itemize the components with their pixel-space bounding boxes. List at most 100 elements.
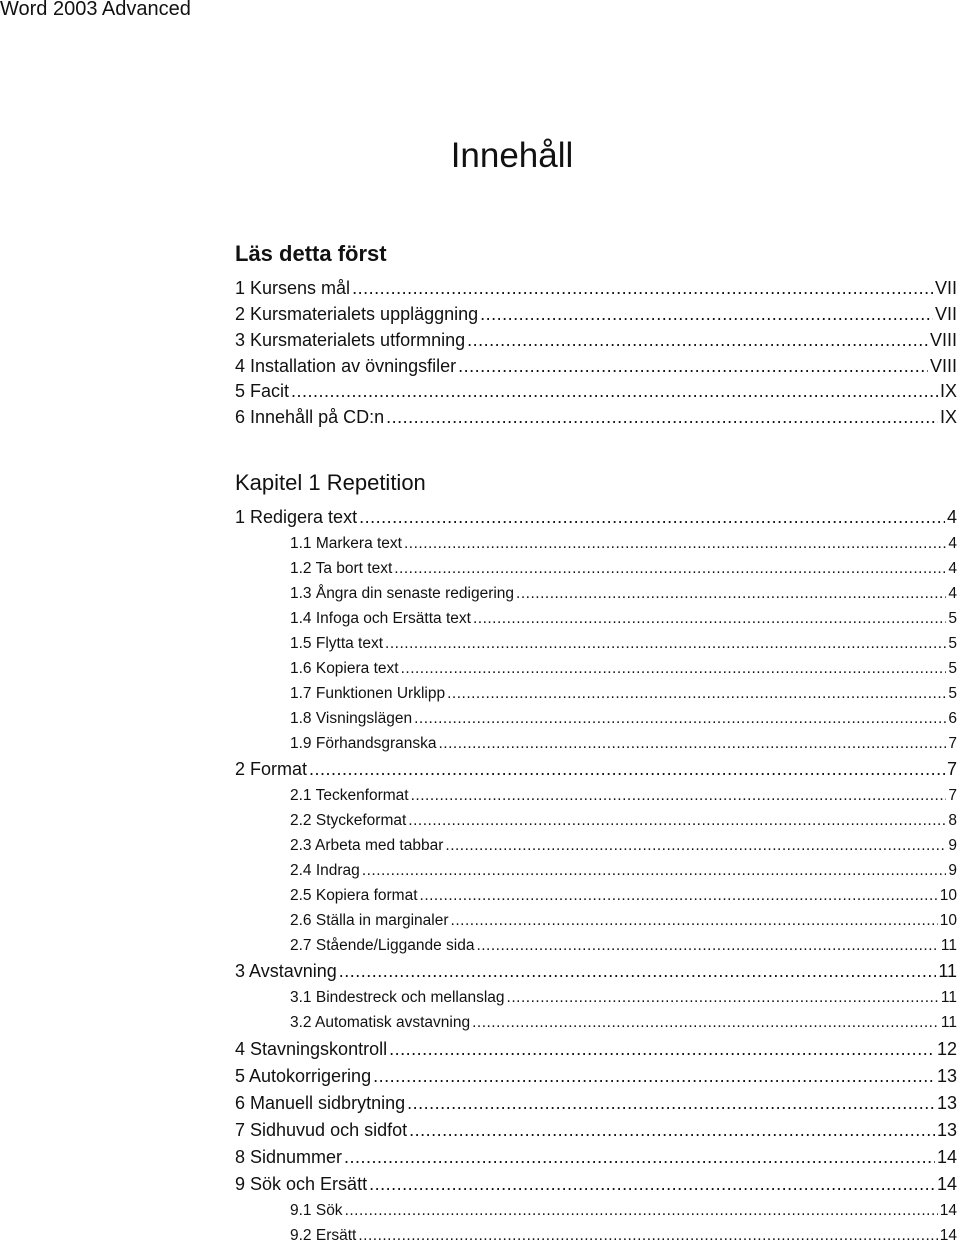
toc-entry-page: 13 [936, 1066, 957, 1086]
toc-entry-page: 5 [948, 635, 957, 652]
toc-entry-page: 10 [939, 887, 957, 904]
running-header: Word 2003 Advanced [0, 0, 191, 20]
toc-entry[interactable]: 8 Sidnummer 14 [235, 1147, 957, 1168]
dot-leader [438, 735, 946, 753]
toc-entry-page: VIII [929, 356, 957, 376]
toc-entry-label: 1 Kursens mål [235, 278, 351, 298]
toc-entry-label: 2.3 Arbeta med tabbar [290, 837, 444, 854]
toc-entry[interactable]: 1.3 Ångra din senaste redigering 4 [290, 585, 957, 603]
dot-leader [394, 560, 946, 578]
toc-entry[interactable]: 2.5 Kopiera format 10 [290, 887, 957, 905]
dot-leader [472, 1014, 939, 1032]
dot-leader [445, 837, 946, 855]
toc-entry-label: 2.2 Styckeformat [290, 812, 407, 829]
toc-entry[interactable]: 2 Format 7 [235, 759, 957, 780]
toc-entry[interactable]: 1.7 Funktionen Urklipp 5 [290, 685, 957, 703]
toc-entry-page: 4 [948, 585, 957, 602]
dot-leader [389, 1039, 935, 1060]
dot-leader [408, 812, 946, 830]
toc-entry-page: 4 [948, 535, 957, 552]
toc-entry-page: 4 [946, 507, 957, 527]
dot-leader [345, 1202, 938, 1220]
section-heading: Läs detta först [235, 241, 387, 266]
toc-entry-page: 12 [936, 1039, 957, 1059]
toc-entry-page: 11 [940, 937, 957, 954]
toc-entry-label: 3.1 Bindestreck och mellanslag [290, 989, 505, 1006]
toc-entry[interactable]: 2.1 Teckenformat 7 [290, 787, 957, 805]
toc-entry[interactable]: 3 Avstavning 11 [235, 961, 957, 982]
toc-entry-page: 7 [948, 735, 957, 752]
dot-leader [373, 1066, 935, 1087]
dot-leader [507, 989, 939, 1007]
toc-entry-label: 9.1 Sök [290, 1202, 343, 1219]
dot-leader [344, 1147, 935, 1168]
toc-entry[interactable]: 2.3 Arbeta med tabbar 9 [290, 837, 957, 855]
toc-entry[interactable]: 1.4 Infoga och Ersätta text 5 [290, 610, 957, 628]
toc-entry-page: 14 [939, 1227, 957, 1244]
toc-entry-label: 1.6 Kopiera text [290, 660, 399, 677]
toc-entry[interactable]: 7 Sidhuvud och sidfot 13 [235, 1120, 957, 1141]
toc-entry-label: 6 Innehåll på CD:n [235, 407, 385, 427]
toc-entry-page: VIII [929, 330, 957, 350]
toc-entry[interactable]: 1 Kursens mål VII [235, 278, 957, 299]
toc-entry[interactable]: 5 Facit IX [235, 381, 957, 402]
toc-entry[interactable]: 2 Kursmaterialets uppläggning VII [235, 304, 957, 325]
toc-entry[interactable]: 9.2 Ersätt 14 [290, 1227, 957, 1245]
toc-entry-label: 6 Manuell sidbrytning [235, 1093, 406, 1113]
toc-entry[interactable]: 1 Redigera text 4 [235, 507, 957, 528]
toc-entry[interactable]: 2.2 Styckeformat 8 [290, 812, 957, 830]
dot-leader [352, 278, 933, 299]
toc-entry-page: 5 [948, 610, 957, 627]
toc-entry-label: 2.4 Indrag [290, 862, 360, 879]
toc-entry-page: 9 [948, 862, 957, 879]
dot-leader [420, 887, 938, 905]
toc-entry-label: 3 Avstavning [235, 961, 337, 981]
toc-entry[interactable]: 3.2 Automatisk avstavning 11 [290, 1014, 957, 1032]
toc-entry-page: 13 [936, 1120, 957, 1140]
toc-entry-page: 5 [948, 685, 957, 702]
toc-entry[interactable]: 1.9 Förhandsgranska 7 [290, 735, 957, 753]
toc-entry[interactable]: 1.5 Flytta text 5 [290, 635, 957, 653]
toc-entry[interactable]: 4 Stavningskontroll 12 [235, 1039, 957, 1060]
toc-entry[interactable]: 4 Installation av övningsfiler VIII [235, 356, 957, 377]
page-title: Innehåll [450, 136, 574, 175]
toc-entry-page: IX [939, 381, 957, 401]
toc-entry[interactable]: 6 Manuell sidbrytning 13 [235, 1093, 957, 1114]
dot-leader [362, 862, 947, 880]
toc-entry[interactable]: 2.7 Stående/Liggande sida 11 [290, 937, 957, 955]
toc-entry[interactable]: 9.1 Sök 14 [290, 1202, 957, 1220]
toc-entry-label: 1.2 Ta bort text [290, 560, 393, 577]
toc-entry[interactable]: 2.6 Ställa in marginaler 10 [290, 912, 957, 930]
toc-entry[interactable]: 2.4 Indrag 9 [290, 862, 957, 880]
toc-entry-label: 4 Installation av övningsfiler [235, 356, 457, 376]
toc-entry-label: 8 Sidnummer [235, 1147, 343, 1167]
toc-entry-page: IX [939, 407, 957, 427]
toc-entry[interactable]: 3 Kursmaterialets utformning VIII [235, 330, 957, 351]
toc-entry[interactable]: 5 Autokorrigering 13 [235, 1066, 957, 1087]
toc-entry[interactable]: 9 Sök och Ersätt 14 [235, 1174, 957, 1195]
toc-entry-label: 1.4 Infoga och Ersätta text [290, 610, 471, 627]
toc-entry[interactable]: 1.2 Ta bort text 4 [290, 560, 957, 578]
dot-leader [369, 1174, 935, 1195]
dot-leader [291, 381, 938, 402]
dot-leader [473, 610, 946, 628]
toc-entry-page: 13 [936, 1093, 957, 1113]
toc-entry-page: 14 [939, 1202, 957, 1219]
toc-entry[interactable]: 1.8 Visningslägen 6 [290, 710, 957, 728]
dot-leader [407, 1093, 935, 1114]
dot-leader [386, 407, 938, 428]
dot-leader [447, 685, 946, 703]
toc-entry[interactable]: 1.1 Markera text 4 [290, 535, 957, 553]
section-heading: Kapitel 1 Repetition [235, 470, 426, 495]
toc-entry[interactable]: 6 Innehåll på CD:n IX [235, 407, 957, 428]
toc-entry[interactable]: 1.6 Kopiera text 5 [290, 660, 957, 678]
dot-leader [359, 507, 945, 528]
toc-entry-page: 11 [940, 1014, 957, 1031]
toc-entry-page: 11 [938, 961, 957, 981]
toc-entry[interactable]: 3.1 Bindestreck och mellanslag 11 [290, 989, 957, 1007]
toc-entry-label: 1.3 Ångra din senaste redigering [290, 585, 515, 602]
toc-entry-label: 2.6 Ställa in marginaler [290, 912, 449, 929]
toc-entry-label: 7 Sidhuvud och sidfot [235, 1120, 408, 1140]
toc-entry-label: 9 Sök och Ersätt [235, 1174, 368, 1194]
toc-entry-page: VII [934, 304, 957, 324]
